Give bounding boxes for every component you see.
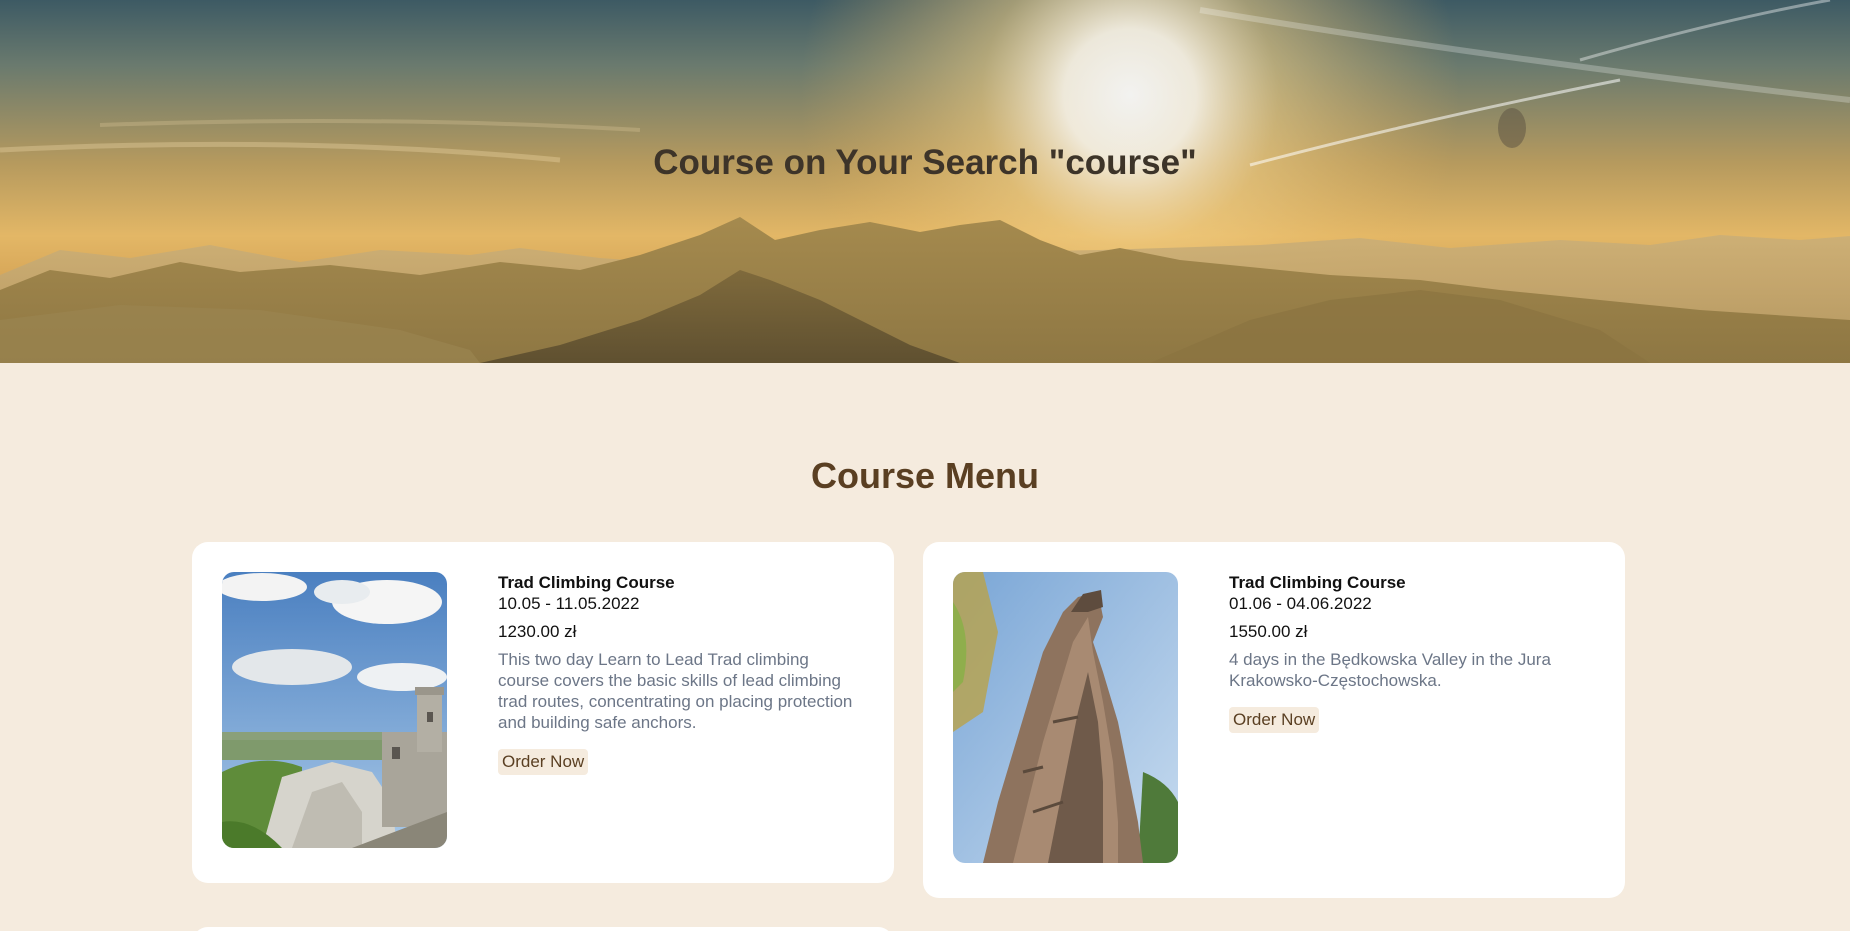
course-description: 4 days in the Będkowska Valley in the Ju…	[1229, 650, 1551, 690]
course-image-castle	[222, 572, 447, 848]
hero-banner: Course on Your Search "course"	[0, 0, 1850, 363]
course-details: Trad Climbing Course 01.06 - 04.06.2022 …	[1229, 572, 1594, 733]
page-title: Course on Your Search "course"	[653, 143, 1197, 182]
course-card: Trad Climbing Course 10.05 - 11.05.2022 …	[192, 542, 894, 883]
course-details: Trad Climbing Course 10.05 - 11.05.2022 …	[498, 572, 863, 775]
course-image-rock-tower	[953, 572, 1178, 863]
course-price: 1550.00 zł	[1229, 622, 1308, 641]
course-price: 1230.00 zł	[498, 622, 577, 641]
course-card: Trad Climbing Course 01.06 - 04.06.2022 …	[923, 542, 1625, 898]
order-now-button[interactable]: Order Now	[1229, 707, 1320, 733]
course-card-partial	[192, 927, 894, 931]
course-title: Trad Climbing Course	[1229, 573, 1406, 592]
section-title: Course Menu	[810, 455, 1040, 496]
course-description: This two day Learn to Lead Trad climbing…	[498, 650, 853, 732]
course-dates: 01.06 - 04.06.2022	[1229, 594, 1372, 613]
order-now-button[interactable]: Order Now	[498, 749, 589, 775]
course-title: Trad Climbing Course	[498, 573, 675, 592]
course-dates: 10.05 - 11.05.2022	[498, 594, 640, 613]
